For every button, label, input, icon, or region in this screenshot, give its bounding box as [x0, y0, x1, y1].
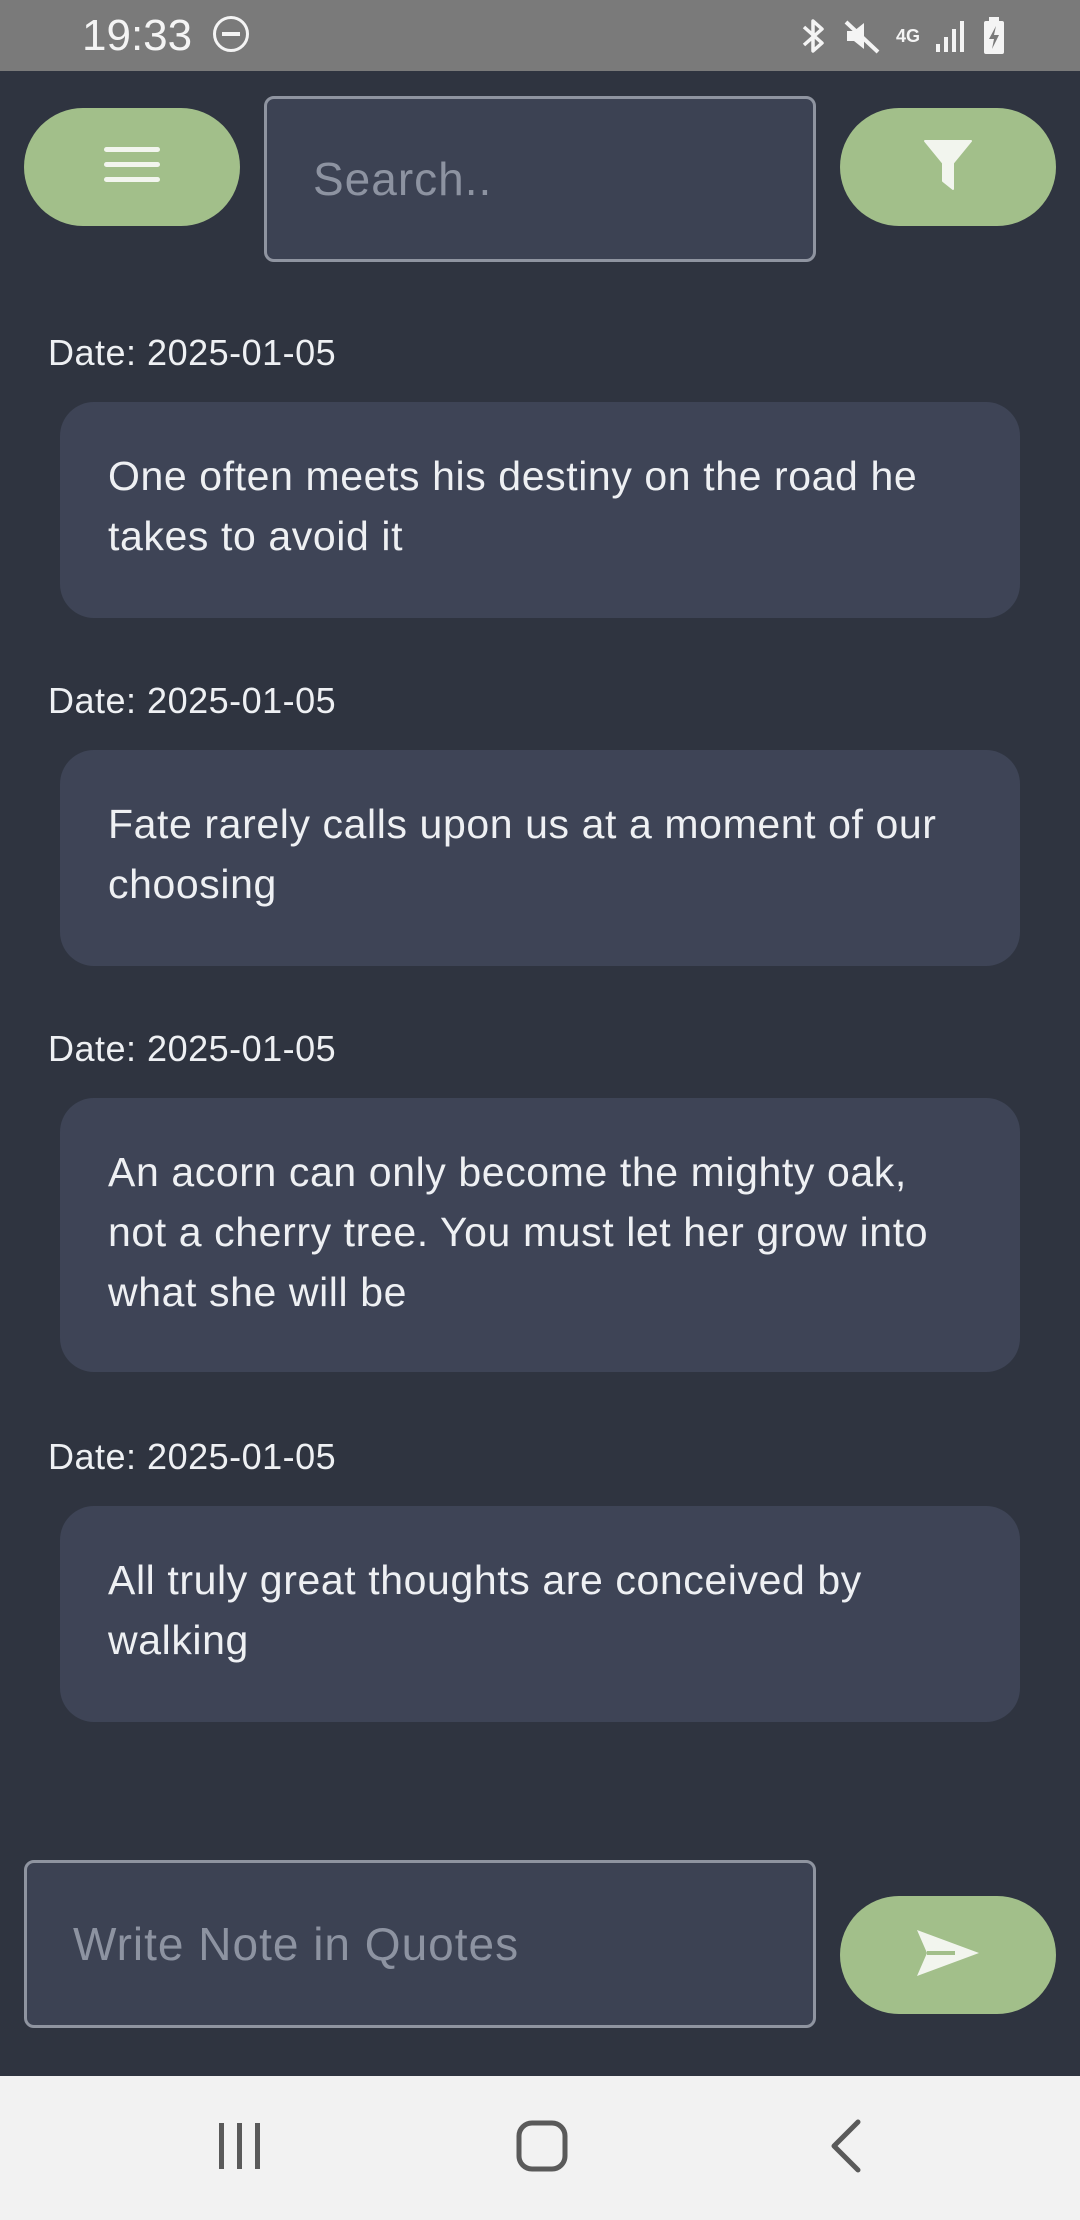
send-icon [915, 1928, 981, 1983]
muted-speaker-icon [842, 16, 882, 56]
note-text: One often meets his destiny on the road … [108, 453, 918, 559]
battery-charging-icon [982, 16, 1006, 56]
note-text: Fate rarely calls upon us at a moment of… [108, 801, 937, 907]
note-date: Date: 2025-01-05 [48, 1436, 337, 1477]
note-text: All truly great thoughts are conceived b… [108, 1557, 862, 1663]
status-icons: 4G [798, 14, 1006, 58]
note-input[interactable] [27, 1863, 813, 2025]
note-date: Date: 2025-01-05 [48, 332, 337, 373]
note-card[interactable]: All truly great thoughts are conceived b… [60, 1506, 1020, 1722]
note-text: An acorn can only become the mighty oak,… [108, 1149, 929, 1315]
status-bar: 19:33 4G [0, 0, 1080, 71]
navigation-bar [0, 2076, 1080, 2220]
home-icon [516, 2120, 568, 2177]
note-date: Date: 2025-01-05 [48, 1028, 337, 1069]
search-input[interactable] [267, 99, 813, 259]
network-type-label: 4G [895, 26, 920, 46]
note-card[interactable]: Fate rarely calls upon us at a moment of… [60, 750, 1020, 966]
status-time: 19:33 [82, 11, 193, 60]
back-button[interactable] [820, 2116, 870, 2180]
menu-button[interactable] [24, 108, 240, 226]
signal-strength-icon [934, 18, 968, 54]
filter-funnel-icon [923, 139, 973, 196]
bluetooth-icon [798, 16, 828, 56]
search-field[interactable] [264, 96, 816, 262]
note-card[interactable]: One often meets his destiny on the road … [60, 402, 1020, 618]
filter-button[interactable] [840, 108, 1056, 226]
send-button[interactable] [840, 1896, 1056, 2014]
recent-apps-button[interactable] [210, 2116, 270, 2180]
note-composer-field[interactable] [24, 1860, 816, 2028]
home-button[interactable] [510, 2116, 574, 2180]
hamburger-menu-icon [104, 145, 160, 190]
note-card[interactable]: An acorn can only become the mighty oak,… [60, 1098, 1020, 1372]
do-not-disturb-icon [213, 16, 249, 52]
recent-apps-icon [217, 2121, 263, 2176]
note-date: Date: 2025-01-05 [48, 680, 337, 721]
back-chevron-icon [828, 2119, 862, 2178]
